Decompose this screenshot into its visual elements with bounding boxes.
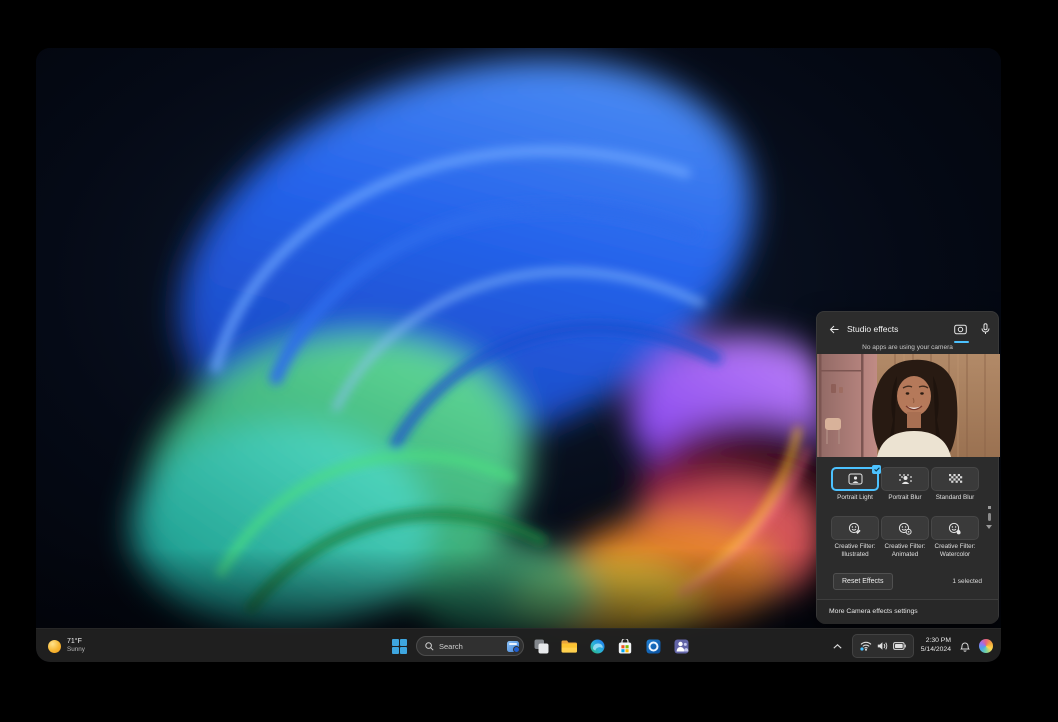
effect-tile[interactable] — [831, 516, 879, 540]
camera-preview-image — [817, 354, 1000, 457]
creative-filter-animated-icon — [898, 522, 912, 535]
panel-footer: More Camera effects settings — [817, 600, 998, 624]
tab-camera[interactable] — [950, 320, 970, 338]
effects-row-2: Creative Filter: Illustrated Creative Fi… — [831, 516, 979, 559]
battery-icon — [893, 642, 906, 650]
effect-portrait-blur[interactable]: Portrait Blur — [881, 467, 929, 502]
effect-creative-filter-watercolor[interactable]: Creative Filter: Watercolor — [931, 516, 979, 559]
effect-portrait-light[interactable]: Portrait Light — [831, 467, 879, 502]
search-placeholder: Search — [439, 642, 502, 651]
effect-label: Creative Filter: Illustrated — [829, 543, 881, 559]
camera-status-text: No apps are using your camera — [817, 344, 998, 351]
search-box[interactable]: Search — [416, 636, 524, 656]
task-view-button[interactable] — [530, 633, 552, 659]
sun-icon — [48, 640, 61, 653]
effect-label: Standard Blur — [929, 494, 981, 502]
effects-scrollbar[interactable] — [986, 506, 992, 529]
effect-tile[interactable] — [831, 467, 879, 491]
effect-tile[interactable] — [931, 467, 979, 491]
weather-widget[interactable]: 71°F Sunny — [42, 633, 91, 659]
quick-settings-button[interactable] — [852, 634, 914, 658]
back-button[interactable] — [826, 321, 842, 337]
creative-filter-illustrated-icon — [848, 522, 862, 535]
effect-tile[interactable] — [881, 467, 929, 491]
outlook-button[interactable] — [642, 633, 664, 659]
effect-standard-blur[interactable]: Standard Blur — [931, 467, 979, 502]
teams-button[interactable] — [670, 633, 692, 659]
taskbar-center: Search — [388, 629, 692, 662]
effect-tile[interactable] — [881, 516, 929, 540]
clock[interactable]: 2:30 PM 5/14/2024 — [921, 637, 951, 655]
device-frame: Studio effects No apps are using your ca… — [0, 0, 1058, 722]
studio-effects-panel: Studio effects No apps are using your ca… — [816, 311, 999, 623]
portrait-light-icon — [848, 473, 863, 485]
chevron-up-icon — [833, 644, 842, 649]
effect-creative-filter-animated[interactable]: Creative Filter: Animated — [881, 516, 929, 559]
taskbar: 71°F Sunny — [36, 628, 1001, 662]
reset-effects-button[interactable]: Reset Effects — [833, 573, 893, 590]
portrait-blur-icon — [898, 473, 913, 485]
standard-blur-icon — [948, 473, 963, 485]
windows-start-icon — [392, 639, 407, 654]
weather-condition: Sunny — [67, 646, 85, 654]
scrollbar-down-arrow[interactable] — [986, 525, 992, 529]
file-explorer-icon — [561, 640, 577, 653]
effect-tile[interactable] — [931, 516, 979, 540]
effect-label: Creative Filter: Watercolor — [929, 543, 981, 559]
volume-icon — [877, 641, 888, 651]
selected-count: 1 selected — [952, 578, 982, 585]
more-camera-settings-link[interactable]: More Camera effects settings — [829, 608, 918, 615]
scrollbar-thumb[interactable] — [988, 513, 991, 521]
edge-icon — [590, 639, 605, 654]
camera-icon — [954, 324, 967, 335]
scrollbar-up-arrow[interactable] — [988, 506, 991, 509]
microsoft-store-button[interactable] — [614, 633, 636, 659]
effect-label: Portrait Blur — [879, 494, 931, 502]
weather-temperature: 71°F — [67, 638, 85, 647]
search-icon — [425, 642, 434, 651]
start-button[interactable] — [388, 633, 410, 659]
edge-button[interactable] — [586, 633, 608, 659]
copilot-icon[interactable] — [979, 639, 993, 653]
outlook-icon — [646, 639, 661, 654]
selected-check-badge — [872, 465, 881, 474]
creative-filter-watercolor-icon — [948, 522, 962, 535]
effect-label: Creative Filter: Animated — [879, 543, 931, 559]
search-highlights-icon — [507, 641, 519, 652]
panel-divider — [817, 599, 998, 600]
microphone-icon — [981, 323, 990, 335]
effect-label: Portrait Light — [829, 494, 881, 502]
notification-bell-icon — [960, 641, 970, 652]
effect-creative-filter-illustrated[interactable]: Creative Filter: Illustrated — [831, 516, 879, 559]
wifi-icon — [860, 641, 872, 651]
panel-title: Studio effects — [847, 324, 898, 334]
clock-date: 5/14/2024 — [921, 646, 951, 655]
taskbar-tray: 2:30 PM 5/14/2024 — [831, 629, 993, 662]
clock-time: 2:30 PM — [926, 637, 951, 646]
notification-button[interactable] — [958, 633, 972, 659]
task-view-icon — [534, 639, 549, 654]
active-tab-indicator — [954, 341, 969, 343]
microsoft-store-icon — [618, 639, 632, 654]
teams-icon — [674, 639, 689, 654]
file-explorer-button[interactable] — [558, 633, 580, 659]
tray-overflow-button[interactable] — [831, 633, 845, 659]
desktop-screen: Studio effects No apps are using your ca… — [36, 48, 1001, 662]
back-arrow-icon — [829, 325, 839, 334]
effects-row-1: Portrait Light Portrait Blur — [831, 467, 979, 502]
camera-preview — [817, 354, 1000, 457]
panel-header: Studio effects — [817, 317, 998, 341]
tab-microphone[interactable] — [976, 320, 994, 338]
